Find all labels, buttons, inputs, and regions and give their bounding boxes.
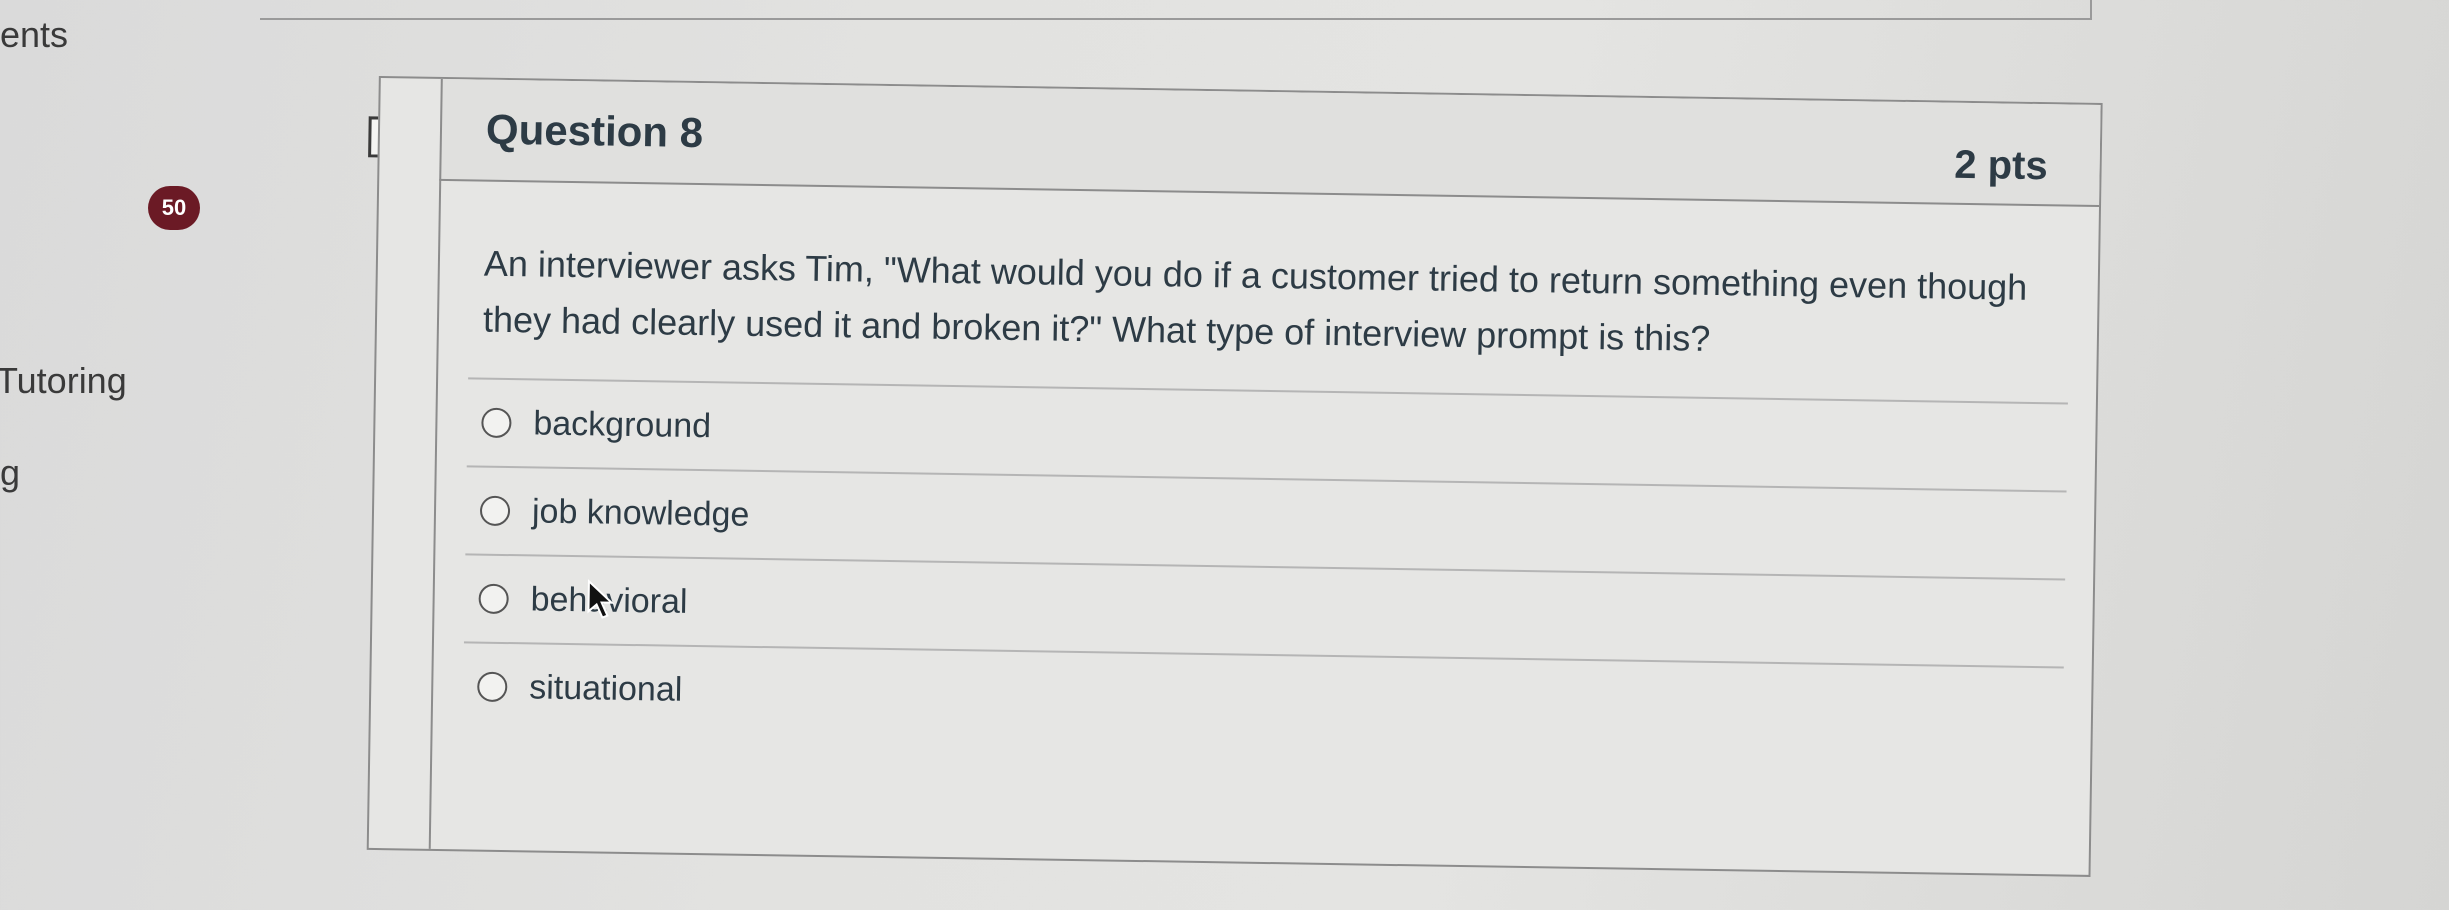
radio-button-icon[interactable] — [479, 495, 511, 527]
question-body: An interviewer asks Tim, "What would you… — [428, 180, 2100, 875]
question-card: Question 8 2 pts An interviewer asks Tim… — [366, 75, 2103, 877]
radio-button-icon[interactable] — [478, 583, 509, 615]
question-title: Question 8 — [485, 105, 704, 157]
answer-label: job knowledge — [531, 491, 750, 534]
answer-label: situational — [528, 667, 683, 709]
answer-list: background job knowledge behavioral situ… — [462, 377, 2068, 755]
quiz-question-area: Question 8 2 pts An interviewer asks Tim… — [0, 0, 2449, 910]
question-text: An interviewer asks Tim, "What would you… — [482, 242, 2028, 359]
radio-button-icon[interactable] — [481, 407, 512, 439]
question-points: 2 pts — [1953, 142, 2048, 189]
answer-label: background — [533, 403, 712, 445]
mouse-pointer-icon — [587, 579, 615, 619]
radio-button-icon[interactable] — [477, 671, 508, 703]
